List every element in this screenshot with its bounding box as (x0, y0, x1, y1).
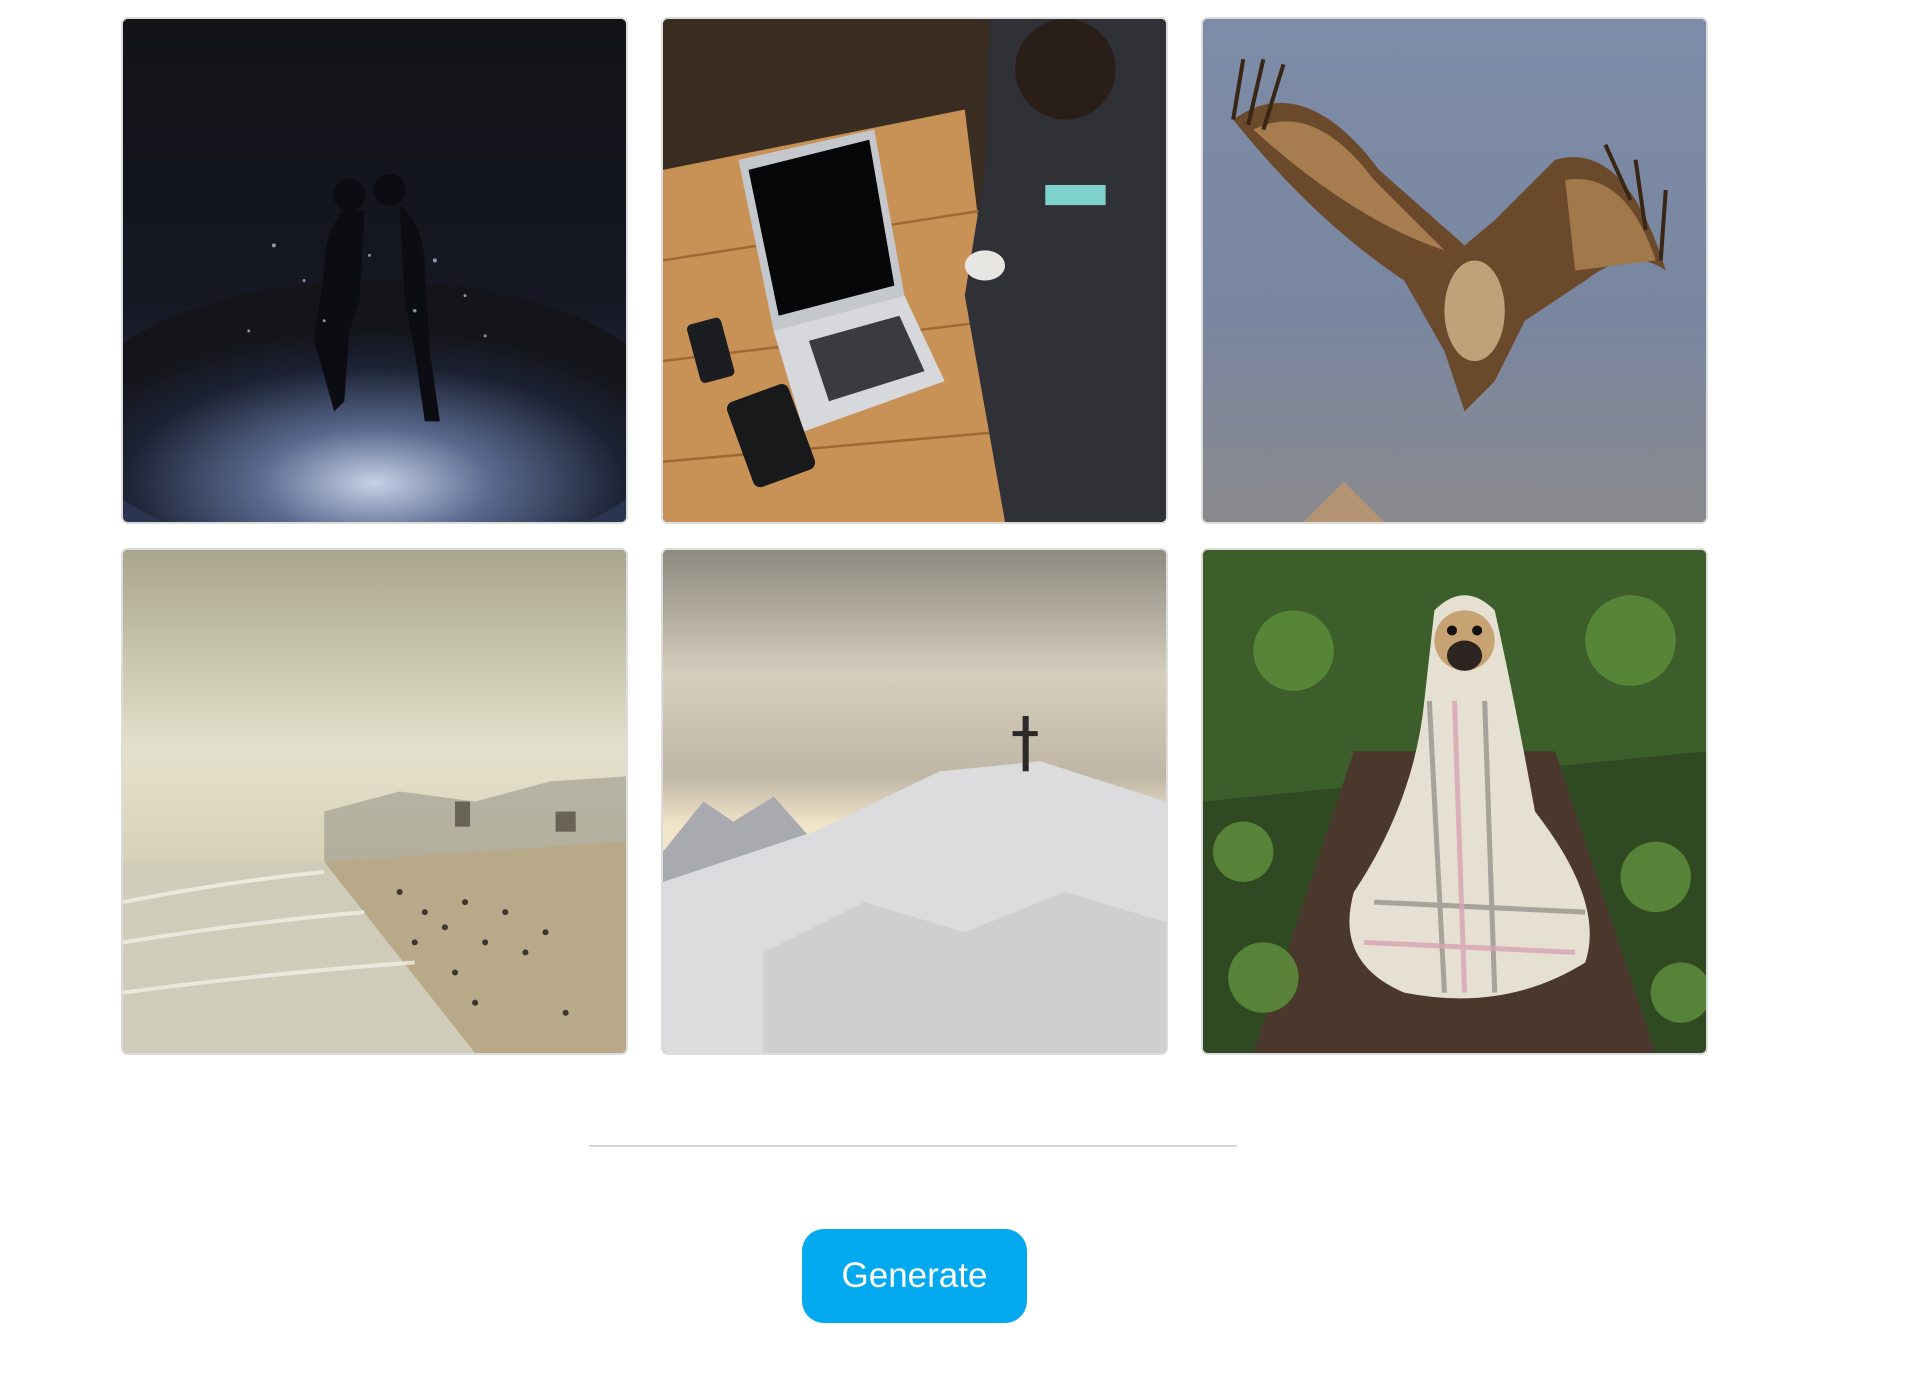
section-divider (589, 1145, 1237, 1147)
image-tile-vulture[interactable] (1201, 17, 1708, 524)
vulture-image (1203, 19, 1706, 522)
snow-mountain-image (663, 550, 1166, 1053)
pug-image (1203, 550, 1706, 1053)
couple-rain-image (123, 19, 626, 522)
image-tile-laptop[interactable] (661, 17, 1168, 524)
image-tile-beach[interactable] (121, 548, 628, 1055)
image-tile-snow-mountain[interactable] (661, 548, 1168, 1055)
page: Generate (0, 0, 1922, 1394)
image-tile-pug[interactable] (1201, 548, 1708, 1055)
image-tile-couple-rain[interactable] (121, 17, 628, 524)
beach-image (123, 550, 626, 1053)
image-grid (121, 17, 1708, 1055)
generate-button[interactable]: Generate (802, 1229, 1027, 1323)
laptop-image (663, 19, 1166, 522)
